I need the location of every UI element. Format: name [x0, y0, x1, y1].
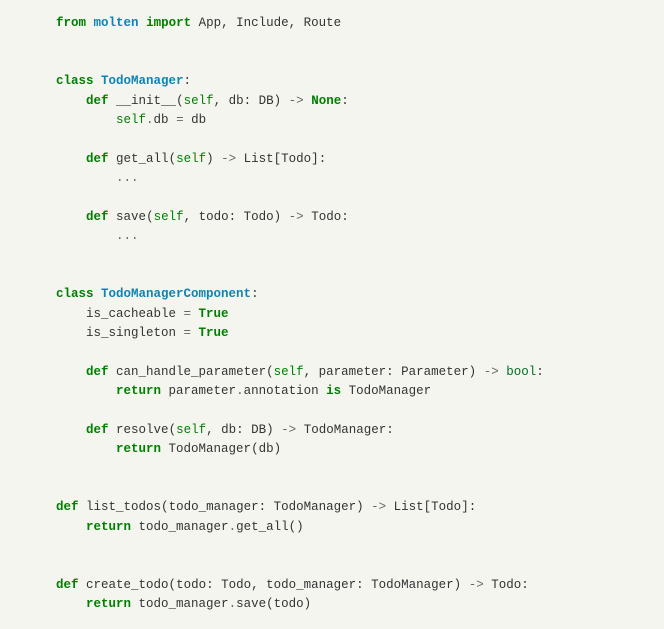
- self-ref: self: [116, 113, 146, 127]
- func-name: create_todo: [86, 578, 169, 592]
- self-param: self: [154, 210, 184, 224]
- def-kw: def: [86, 365, 109, 379]
- import-module: molten: [94, 16, 139, 30]
- def-kw: def: [56, 578, 79, 592]
- return-kw: return: [86, 597, 131, 611]
- param-type: TodoManager: [274, 500, 357, 514]
- self-param: self: [274, 365, 304, 379]
- attr: db: [154, 113, 169, 127]
- bool-literal: True: [199, 307, 229, 321]
- return-type: Todo: [311, 210, 341, 224]
- param-type: DB: [259, 94, 274, 108]
- self-param: self: [184, 94, 214, 108]
- method-name: __init__: [116, 94, 176, 108]
- class-name: TodoManager: [101, 74, 184, 88]
- param-type: DB: [251, 423, 266, 437]
- self-param: self: [176, 152, 206, 166]
- class-name: TodoManagerComponent: [101, 287, 251, 301]
- code-block: from molten import App, Include, Route c…: [56, 14, 664, 615]
- self-param: self: [176, 423, 206, 437]
- param-name: todo: [199, 210, 229, 224]
- return-type: None: [311, 94, 341, 108]
- def-kw: def: [86, 94, 109, 108]
- method-name: save: [116, 210, 146, 224]
- import-from-kw: from: [56, 16, 86, 30]
- return-type: Todo: [491, 578, 521, 592]
- return-kw: return: [86, 520, 131, 534]
- param-name: db: [229, 94, 244, 108]
- import-names: App, Include, Route: [199, 16, 342, 30]
- ellipsis: ...: [116, 171, 139, 185]
- param-name: todo_manager: [266, 578, 356, 592]
- param-type: Todo: [244, 210, 274, 224]
- param-name: todo_manager: [169, 500, 259, 514]
- colon: :: [184, 74, 192, 88]
- def-kw: def: [86, 152, 109, 166]
- return-type: bool: [506, 365, 536, 379]
- class-kw: class: [56, 74, 94, 88]
- method-name: get_all: [116, 152, 169, 166]
- bool-literal: True: [199, 326, 229, 340]
- def-kw: def: [86, 423, 109, 437]
- param-name: parameter: [319, 365, 387, 379]
- is-kw: is: [319, 384, 349, 398]
- func-name: list_todos: [86, 500, 161, 514]
- ellipsis: ...: [116, 229, 139, 243]
- return-kw: return: [116, 442, 161, 456]
- param-name: db: [221, 423, 236, 437]
- method-name: resolve: [116, 423, 169, 437]
- def-kw: def: [86, 210, 109, 224]
- param-type: TodoManager: [371, 578, 454, 592]
- class-kw: class: [56, 287, 94, 301]
- return-type: List: [244, 152, 274, 166]
- import-kw: import: [146, 16, 191, 30]
- param-name: todo: [176, 578, 206, 592]
- param-type: Parameter: [401, 365, 469, 379]
- return-kw: return: [116, 384, 161, 398]
- method-name: can_handle_parameter: [116, 365, 266, 379]
- return-type: List: [394, 500, 424, 514]
- colon: :: [251, 287, 259, 301]
- return-type: TodoManager: [304, 423, 387, 437]
- class-attr: is_singleton: [86, 326, 176, 340]
- param-type: Todo: [221, 578, 251, 592]
- class-attr: is_cacheable: [86, 307, 176, 321]
- def-kw: def: [56, 500, 79, 514]
